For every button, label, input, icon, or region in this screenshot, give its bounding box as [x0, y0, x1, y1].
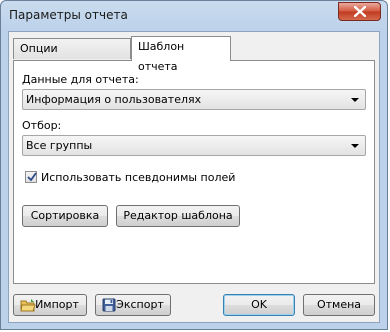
title-bar[interactable]: Параметры отчета — [1, 1, 387, 31]
alias-checkbox-label[interactable]: Использовать псевдонимы полей — [41, 171, 235, 184]
cancel-button[interactable]: Отмена — [303, 294, 375, 316]
report-template-panel: Данные для отчета: Информация о пользова… — [13, 60, 375, 284]
filter-label: Отбор: — [22, 119, 62, 132]
window-title: Параметры отчета — [9, 8, 128, 22]
report-data-value: Информация о пользователях — [26, 93, 202, 106]
filter-select[interactable]: Все группы — [22, 135, 366, 156]
sort-button-label: Сортировка — [30, 209, 100, 222]
export-button[interactable]: Экспорт — [95, 294, 171, 316]
alias-checkbox[interactable] — [25, 171, 37, 183]
folder-icon — [20, 299, 36, 312]
filter-value: Все группы — [26, 139, 93, 152]
report-parameters-window: Параметры отчета Опции отображения Шабло… — [0, 0, 388, 330]
import-button[interactable]: Импорт — [13, 294, 87, 316]
close-icon — [354, 6, 366, 17]
close-button[interactable] — [338, 2, 381, 21]
tab-report-template-label: Шаблон отчета — [138, 40, 185, 73]
floppy-disk-icon — [102, 298, 116, 312]
sort-button[interactable]: Сортировка — [22, 205, 108, 227]
ok-button-label: OK — [251, 298, 267, 311]
template-editor-button-label: Редактор шаблона — [123, 209, 233, 222]
chevron-down-icon — [351, 144, 359, 148]
report-data-label: Данные для отчета: — [22, 73, 139, 86]
tab-display-options[interactable]: Опции отображения — [13, 38, 131, 75]
chevron-down-icon — [351, 98, 359, 102]
ok-button[interactable]: OK — [223, 294, 295, 316]
tab-report-template[interactable]: Шаблон отчета — [131, 36, 231, 73]
checkmark-icon — [27, 172, 37, 182]
report-data-select[interactable]: Информация о пользователях — [22, 89, 366, 110]
cancel-button-label: Отмена — [316, 298, 362, 311]
dialog-client-area: Опции отображения Шаблон отчета Данные д… — [8, 31, 380, 323]
template-editor-button[interactable]: Редактор шаблона — [116, 205, 240, 227]
